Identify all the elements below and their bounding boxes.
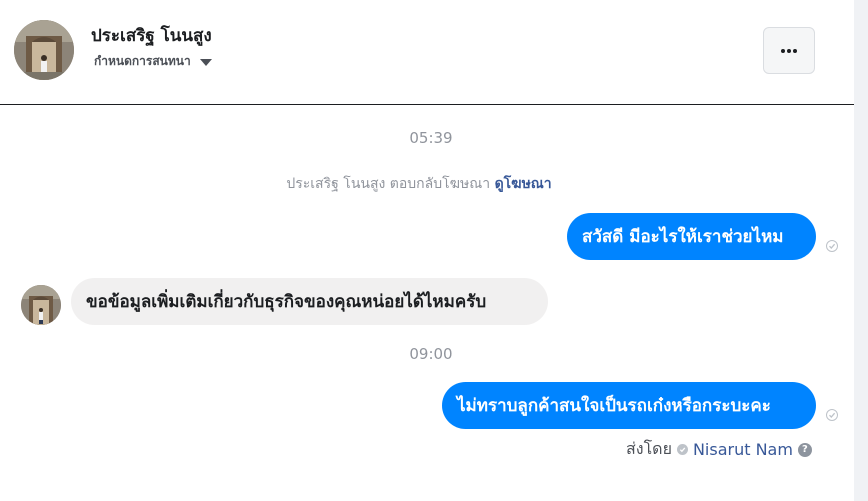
ad-reply-notice: ประเสริฐ โนนสูง ตอบกลับโฆษณา ดูโฆษณา	[0, 173, 838, 195]
more-options-button[interactable]	[763, 27, 815, 74]
ad-reply-text: ประเสริฐ โนนสูง ตอบกลับโฆษณา	[286, 176, 495, 192]
conversation-settings-dropdown[interactable]: กำหนดการสนทนา	[94, 52, 212, 71]
message-timestamp: 09:00	[409, 345, 453, 363]
sent-check-icon	[676, 444, 688, 455]
delivered-check-icon	[826, 240, 838, 252]
message-text: ไม่ทราบลูกค้าสนใจเป็นรถเก๋งหรือกระบะคะ	[457, 396, 771, 416]
sent-by-label: ส่งโดย	[626, 439, 672, 458]
help-icon[interactable]: ?	[797, 442, 812, 457]
contact-avatar[interactable]	[14, 20, 74, 80]
incoming-message-bubble[interactable]: ขอข้อมูลเพิ่มเติมเกี่ยวกับธุรกิจของคุณหน…	[71, 278, 548, 325]
outgoing-message-bubble[interactable]: สวัสดี มีอะไรให้เราช่วยไหม	[567, 213, 816, 260]
message-text: สวัสดี มีอะไรให้เราช่วยไหม	[582, 227, 784, 247]
contact-avatar-small[interactable]	[21, 285, 61, 325]
outgoing-message-bubble[interactable]: ไม่ทราบลูกค้าสนใจเป็นรถเก๋งหรือกระบะคะ	[442, 382, 816, 429]
dropdown-caret-icon	[199, 59, 212, 66]
conversation-header: ประเสริฐ โนนสูง กำหนดการสนทนา	[0, 0, 854, 105]
conversation-settings-label: กำหนดการสนทนา	[94, 54, 191, 68]
scrollbar-track[interactable]	[854, 0, 868, 501]
sent-by-line: ส่งโดย Nisarut Nam ?	[626, 437, 812, 462]
view-ad-link[interactable]: ดูโฆษณา	[495, 176, 552, 192]
more-options-icon	[781, 48, 797, 53]
message-timestamp: 05:39	[409, 129, 453, 147]
message-text: ขอข้อมูลเพิ่มเติมเกี่ยวกับธุรกิจของคุณหน…	[86, 292, 487, 312]
contact-name[interactable]: ประเสริฐ โนนสูง	[91, 22, 212, 49]
delivered-check-icon	[826, 409, 838, 421]
sender-name-link[interactable]: Nisarut Nam	[693, 440, 793, 459]
